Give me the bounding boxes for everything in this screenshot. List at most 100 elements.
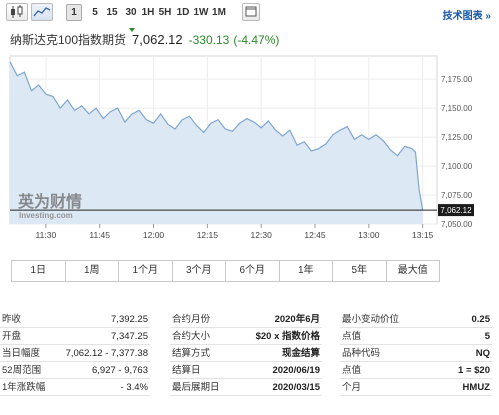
info-value: NQ xyxy=(475,348,490,359)
area-chart-button[interactable] xyxy=(31,3,53,21)
period-button-1h[interactable]: 1H xyxy=(141,6,155,20)
last-price: 7,062.12 xyxy=(132,32,183,47)
x-tick-label: 11:45 xyxy=(89,230,110,240)
period-button-30[interactable]: 30 xyxy=(123,6,139,20)
info-cell: 结算日 2020/06/19 xyxy=(170,363,322,379)
period-button-1d[interactable]: 1D xyxy=(175,6,191,20)
info-label: 昨收 xyxy=(2,314,22,325)
info-cell: 结算方式 现金结算 xyxy=(170,346,322,362)
info-row: 1年涨跌幅 - 3.4% 最后展期日 2020/03/15 个月 HMUZ xyxy=(0,380,499,397)
info-label: 当日幅度 xyxy=(2,348,41,359)
x-tick-label: 13:00 xyxy=(358,230,380,240)
x-tick-label: 13:15 xyxy=(412,230,434,240)
instrument-name: 纳斯达克100指数期货 xyxy=(10,33,127,47)
info-cell: 当日幅度 7,062.12 - 7,377.38 xyxy=(0,346,150,362)
period-button-1w[interactable]: 1W xyxy=(193,6,209,20)
price-change: -330.13 xyxy=(188,33,230,47)
info-value: 6,927 - 9,763 xyxy=(92,365,148,376)
price-change-percent: (-4.47%) xyxy=(233,33,280,47)
range-button-3[interactable]: 3个月 xyxy=(173,261,226,281)
y-tick-label: 7,175.00 xyxy=(441,75,473,84)
info-cell: 开盘 7,347.25 xyxy=(0,329,150,345)
window-icon xyxy=(245,6,257,17)
info-value: - 3.4% xyxy=(120,382,148,393)
info-cell: 品种代码 NQ xyxy=(340,346,492,362)
x-tick-label: 12:15 xyxy=(197,230,219,240)
range-button-7[interactable]: 最大值 xyxy=(387,261,440,281)
period-button-5[interactable]: 5 xyxy=(88,6,102,20)
y-tick-label: 7,150.00 xyxy=(441,104,473,113)
info-value: 2020/03/15 xyxy=(272,382,320,393)
x-tick-label: 12:00 xyxy=(143,230,165,240)
info-label: 点值 xyxy=(342,331,362,342)
range-button-5[interactable]: 1年 xyxy=(280,261,333,281)
info-label: 最小变动价位 xyxy=(342,314,400,325)
info-label: 合约大小 xyxy=(172,331,211,342)
info-value: 5 xyxy=(484,331,490,342)
period-button-15[interactable]: 15 xyxy=(104,6,120,20)
info-value: 7,062.12 - 7,377.38 xyxy=(65,348,148,359)
info-row: 当日幅度 7,062.12 - 7,377.38 结算方式 现金结算 品种代码 NQ xyxy=(0,346,499,363)
investing-logo-en: Investing.com xyxy=(19,211,73,220)
info-value: HMUZ xyxy=(462,382,490,393)
x-tick-label: 12:30 xyxy=(251,230,273,240)
info-value: 7,347.25 xyxy=(111,331,148,342)
info-row: 52周范围 6,927 - 9,763 结算日 2020/06/19 点值 1 = $20 xyxy=(0,363,499,380)
range-button-4[interactable]: 6个月 xyxy=(226,261,280,281)
info-row: 昨收 7,392.25 合约月份 2020年6月 最小变动价位 0.25 xyxy=(0,312,499,329)
info-label: 52周范围 xyxy=(2,365,42,376)
price-chart[interactable]: 7,175.00 7,150.00 7,125.00 7,100.00 7,075.00… xyxy=(0,52,499,247)
info-cell: 昨收 7,392.25 xyxy=(0,312,150,328)
info-label: 结算日 xyxy=(172,365,201,376)
info-label: 结算方式 xyxy=(172,348,211,359)
x-tick-label: 12:45 xyxy=(304,230,326,240)
info-label: 1年涨跌幅 xyxy=(2,382,46,393)
info-cell: 合约大小 $20 x 指数价格 xyxy=(170,329,322,345)
info-value: 2020/06/19 xyxy=(272,365,320,376)
candlestick-icon xyxy=(11,5,23,18)
period-button-5h[interactable]: 5H xyxy=(157,6,173,20)
y-tick-label: 7,050.00 xyxy=(441,220,473,229)
info-value: 现金结算 xyxy=(281,348,320,359)
info-cell: 最小变动价位 0.25 xyxy=(340,312,492,328)
info-cell: 个月 HMUZ xyxy=(340,380,492,396)
investing-logo-cn: 英为财情 xyxy=(17,192,82,211)
info-row: 开盘 7,347.25 合约大小 $20 x 指数价格 点值 5 xyxy=(0,329,499,346)
chart-settings-button[interactable] xyxy=(242,3,260,21)
info-label: 品种代码 xyxy=(342,348,381,359)
chart-toolbar: 1 5 15 30 1H 5H 1D 1W 1M 技术图表 » xyxy=(0,0,499,26)
y-tick-label: 7,125.00 xyxy=(441,133,473,142)
info-cell: 点值 1 = $20 xyxy=(340,363,492,379)
range-button-1[interactable]: 1周 xyxy=(66,261,119,281)
instrument-header: 纳斯达克100指数期货 7,062.12 -330.13 (-4.47%) xyxy=(10,31,279,49)
y-tick-label: 7,100.00 xyxy=(441,162,473,171)
x-tick-label: 11:30 xyxy=(36,230,57,240)
info-value: 7,392.25 xyxy=(111,314,148,325)
info-cell: 合约月份 2020年6月 xyxy=(170,312,322,328)
tech-chart-link[interactable]: 技术图表 » xyxy=(443,7,491,22)
y-tick-label: 7,075.00 xyxy=(441,191,473,200)
range-selector: 1日 1周 1个月 3个月 6个月 1年 5年 最大值 xyxy=(11,260,440,282)
info-cell: 最后展期日 2020/03/15 xyxy=(170,380,322,396)
info-cell: 点值 5 xyxy=(340,329,492,345)
info-value: 1 = $20 xyxy=(458,365,490,376)
info-label: 开盘 xyxy=(2,331,22,342)
info-label: 点值 xyxy=(342,365,362,376)
last-price-label: 7,062.12 xyxy=(440,206,472,215)
range-button-0[interactable]: 1日 xyxy=(12,261,66,281)
area-chart-icon xyxy=(33,7,51,17)
info-label: 个月 xyxy=(342,382,362,393)
period-button-1m[interactable]: 1M xyxy=(211,6,227,20)
info-value: 2020年6月 xyxy=(274,314,320,325)
info-value: $20 x 指数价格 xyxy=(255,331,320,342)
info-value: 0.25 xyxy=(471,314,491,325)
info-cell: 1年涨跌幅 - 3.4% xyxy=(0,380,150,396)
down-arrow-icon xyxy=(129,28,135,32)
candlestick-chart-button[interactable] xyxy=(6,3,28,21)
info-label: 合约月份 xyxy=(172,314,211,325)
info-label: 最后展期日 xyxy=(172,382,220,393)
range-button-6[interactable]: 5年 xyxy=(333,261,387,281)
period-button-1[interactable]: 1 xyxy=(66,4,82,21)
range-button-2[interactable]: 1个月 xyxy=(119,261,173,281)
info-cell: 52周范围 6,927 - 9,763 xyxy=(0,363,150,379)
